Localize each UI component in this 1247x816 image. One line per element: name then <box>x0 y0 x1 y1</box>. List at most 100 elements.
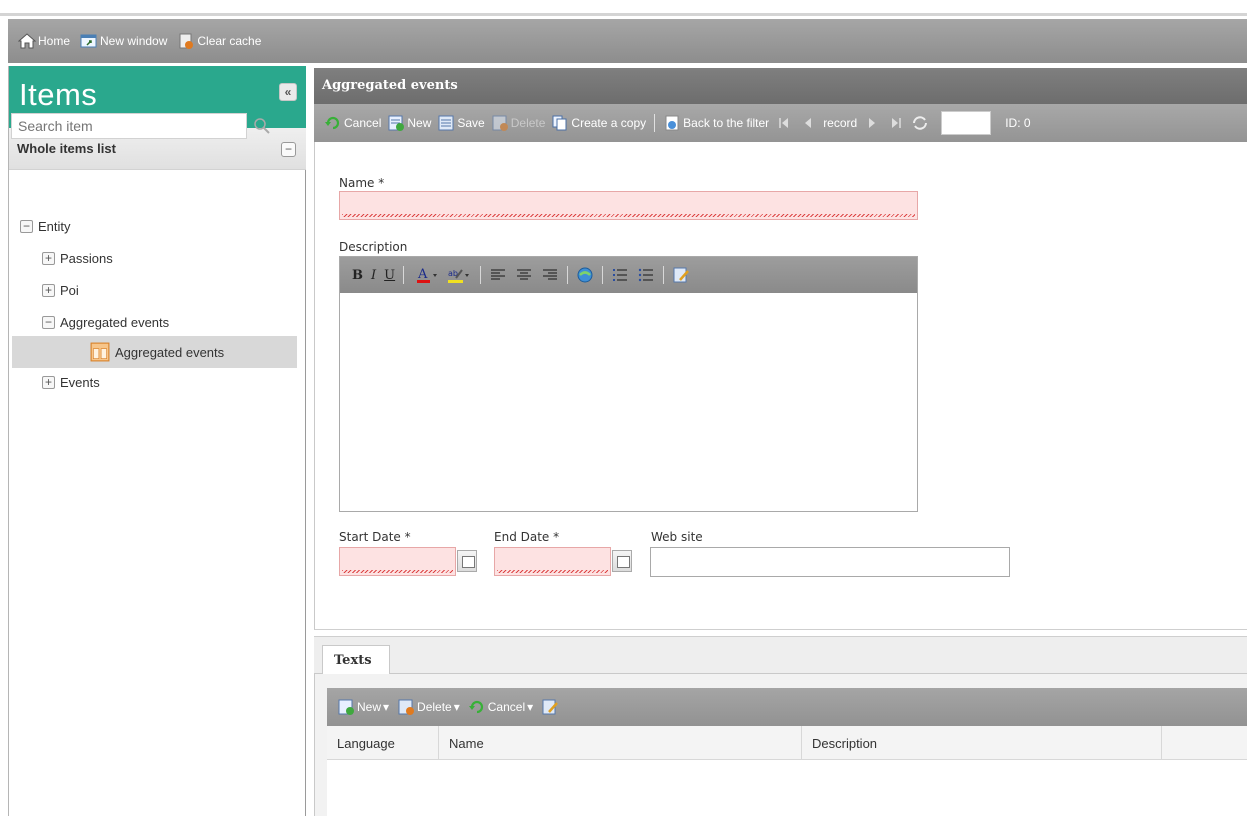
texts-new-button[interactable]: New ▾ <box>337 698 389 716</box>
cancel-icon <box>468 700 483 714</box>
new-window-button[interactable]: New window <box>80 32 167 50</box>
toolbar-divider <box>654 114 656 132</box>
items-sidebar: Items « Whole items list − <box>8 66 306 816</box>
new-window-label: New window <box>100 34 168 48</box>
create-copy-label: Create a copy <box>571 116 647 130</box>
home-label: Home <box>38 34 71 48</box>
italic-button[interactable]: I <box>371 268 376 283</box>
new-record-icon <box>338 699 354 715</box>
texts-delete-button[interactable]: Delete ▾ <box>397 698 460 716</box>
edit-icon[interactable] <box>541 698 559 716</box>
tree-item-label: Poi <box>60 282 79 298</box>
previous-record-icon[interactable] <box>799 114 817 132</box>
next-record-icon[interactable] <box>863 114 881 132</box>
start-date-input[interactable] <box>340 548 455 575</box>
font-color-icon[interactable]: A <box>412 266 438 284</box>
description-editor: B I U A ab <box>339 256 918 512</box>
record-label: record <box>823 116 858 130</box>
collapse-sidebar-button[interactable]: « <box>279 83 297 101</box>
delete-label: Delete <box>510 116 546 130</box>
create-copy-button[interactable]: Create a copy <box>551 114 646 132</box>
column-header-name[interactable]: Name <box>439 726 802 760</box>
dropdown-arrow-icon[interactable]: ▾ <box>527 700 533 714</box>
texts-delete-label: Delete <box>417 700 452 714</box>
tree-item-poi[interactable]: + Poi <box>42 278 79 302</box>
tree-item-events[interactable]: + Events <box>42 370 100 394</box>
texts-new-label: New <box>357 700 382 714</box>
main-header: Aggregated events <box>314 68 1247 104</box>
edit-source-icon[interactable] <box>672 266 690 284</box>
dropdown-arrow-icon[interactable]: ▾ <box>454 700 460 714</box>
editor-divider <box>480 266 482 284</box>
first-record-icon[interactable] <box>775 114 793 132</box>
record-number-input[interactable] <box>941 111 992 135</box>
new-record-icon <box>388 115 405 131</box>
save-button[interactable]: Save <box>437 114 485 132</box>
dropdown-arrow-icon[interactable]: ▾ <box>383 700 389 714</box>
save-label: Save <box>457 116 485 130</box>
tree-item-passions[interactable]: + Passions <box>42 246 113 270</box>
insert-link-icon[interactable] <box>576 266 594 284</box>
delete-icon <box>492 115 508 131</box>
last-record-icon[interactable] <box>887 114 905 132</box>
end-date-field <box>494 547 611 576</box>
tree-item-label: Entity <box>38 218 71 234</box>
clear-cache-button[interactable]: Clear cache <box>177 32 261 50</box>
ordered-list-icon[interactable] <box>611 266 629 284</box>
bold-button[interactable]: B <box>352 268 363 283</box>
record-id: ID: 0 <box>1005 116 1031 130</box>
texts-cancel-button[interactable]: Cancel ▾ <box>468 698 533 716</box>
expand-icon[interactable]: + <box>42 283 55 297</box>
tree-item-label: Events <box>60 374 100 390</box>
record-toolbar: Cancel New Save Delete Create a copy Bac… <box>314 104 1247 142</box>
search-icon[interactable] <box>253 117 271 135</box>
end-date-input[interactable] <box>495 548 610 575</box>
tree-item-entity[interactable]: − Entity <box>20 214 71 238</box>
align-center-icon[interactable] <box>515 266 533 284</box>
expand-icon[interactable]: + <box>42 375 55 389</box>
expand-icon[interactable]: + <box>42 251 55 265</box>
collapse-list-button[interactable]: − <box>281 142 296 157</box>
editor-divider <box>602 266 604 284</box>
back-to-filter-icon <box>665 115 679 131</box>
column-header-description[interactable]: Description <box>802 726 1162 760</box>
unordered-list-icon[interactable] <box>637 266 655 284</box>
back-to-filter-label: Back to the filter <box>683 116 770 130</box>
cancel-button[interactable]: Cancel <box>324 114 381 132</box>
collapse-icon[interactable]: − <box>42 315 55 329</box>
align-left-icon[interactable] <box>489 266 507 284</box>
underline-button[interactable]: U <box>384 268 395 283</box>
back-to-filter-button[interactable]: Back to the filter <box>663 114 769 132</box>
delete-button[interactable]: Delete <box>491 114 546 132</box>
column-header-language[interactable]: Language <box>327 726 439 760</box>
tree-item-aggregated-events-group[interactable]: − Aggregated events <box>42 310 169 334</box>
name-label: Name * <box>339 176 385 190</box>
tree-item-aggregated-events[interactable]: Aggregated events <box>90 340 224 364</box>
start-date-picker-icon[interactable] <box>457 550 477 572</box>
website-label: Web site <box>651 530 703 544</box>
search-item-box <box>11 113 247 139</box>
website-input[interactable] <box>651 548 1009 576</box>
highlight-color-icon[interactable]: ab <box>446 266 472 284</box>
home-button[interactable]: Home <box>18 32 70 50</box>
tab-texts[interactable]: Texts <box>322 645 390 676</box>
editor-divider <box>403 266 405 284</box>
home-icon <box>18 33 36 49</box>
new-button[interactable]: New <box>387 114 431 132</box>
start-date-field <box>339 547 456 576</box>
name-input[interactable] <box>340 192 917 219</box>
editor-toolbar: B I U A ab <box>340 257 917 293</box>
collapse-icon[interactable]: − <box>20 219 33 233</box>
record-form: Name * Description B I U A ab Start Date… <box>314 142 1247 630</box>
texts-cancel-label: Cancel <box>487 700 526 714</box>
search-item-input[interactable] <box>12 114 246 138</box>
align-right-icon[interactable] <box>541 266 559 284</box>
texts-grid-header: Language Name Description <box>327 726 1247 760</box>
refresh-icon[interactable] <box>911 114 929 132</box>
copy-icon <box>552 115 567 131</box>
end-date-picker-icon[interactable] <box>612 550 632 572</box>
form-icon <box>90 342 110 362</box>
tree-item-label: Passions <box>60 250 113 266</box>
texts-panel: New ▾ Delete ▾ Cancel ▾ Language Name De… <box>314 674 1247 816</box>
cancel-icon <box>325 116 340 130</box>
